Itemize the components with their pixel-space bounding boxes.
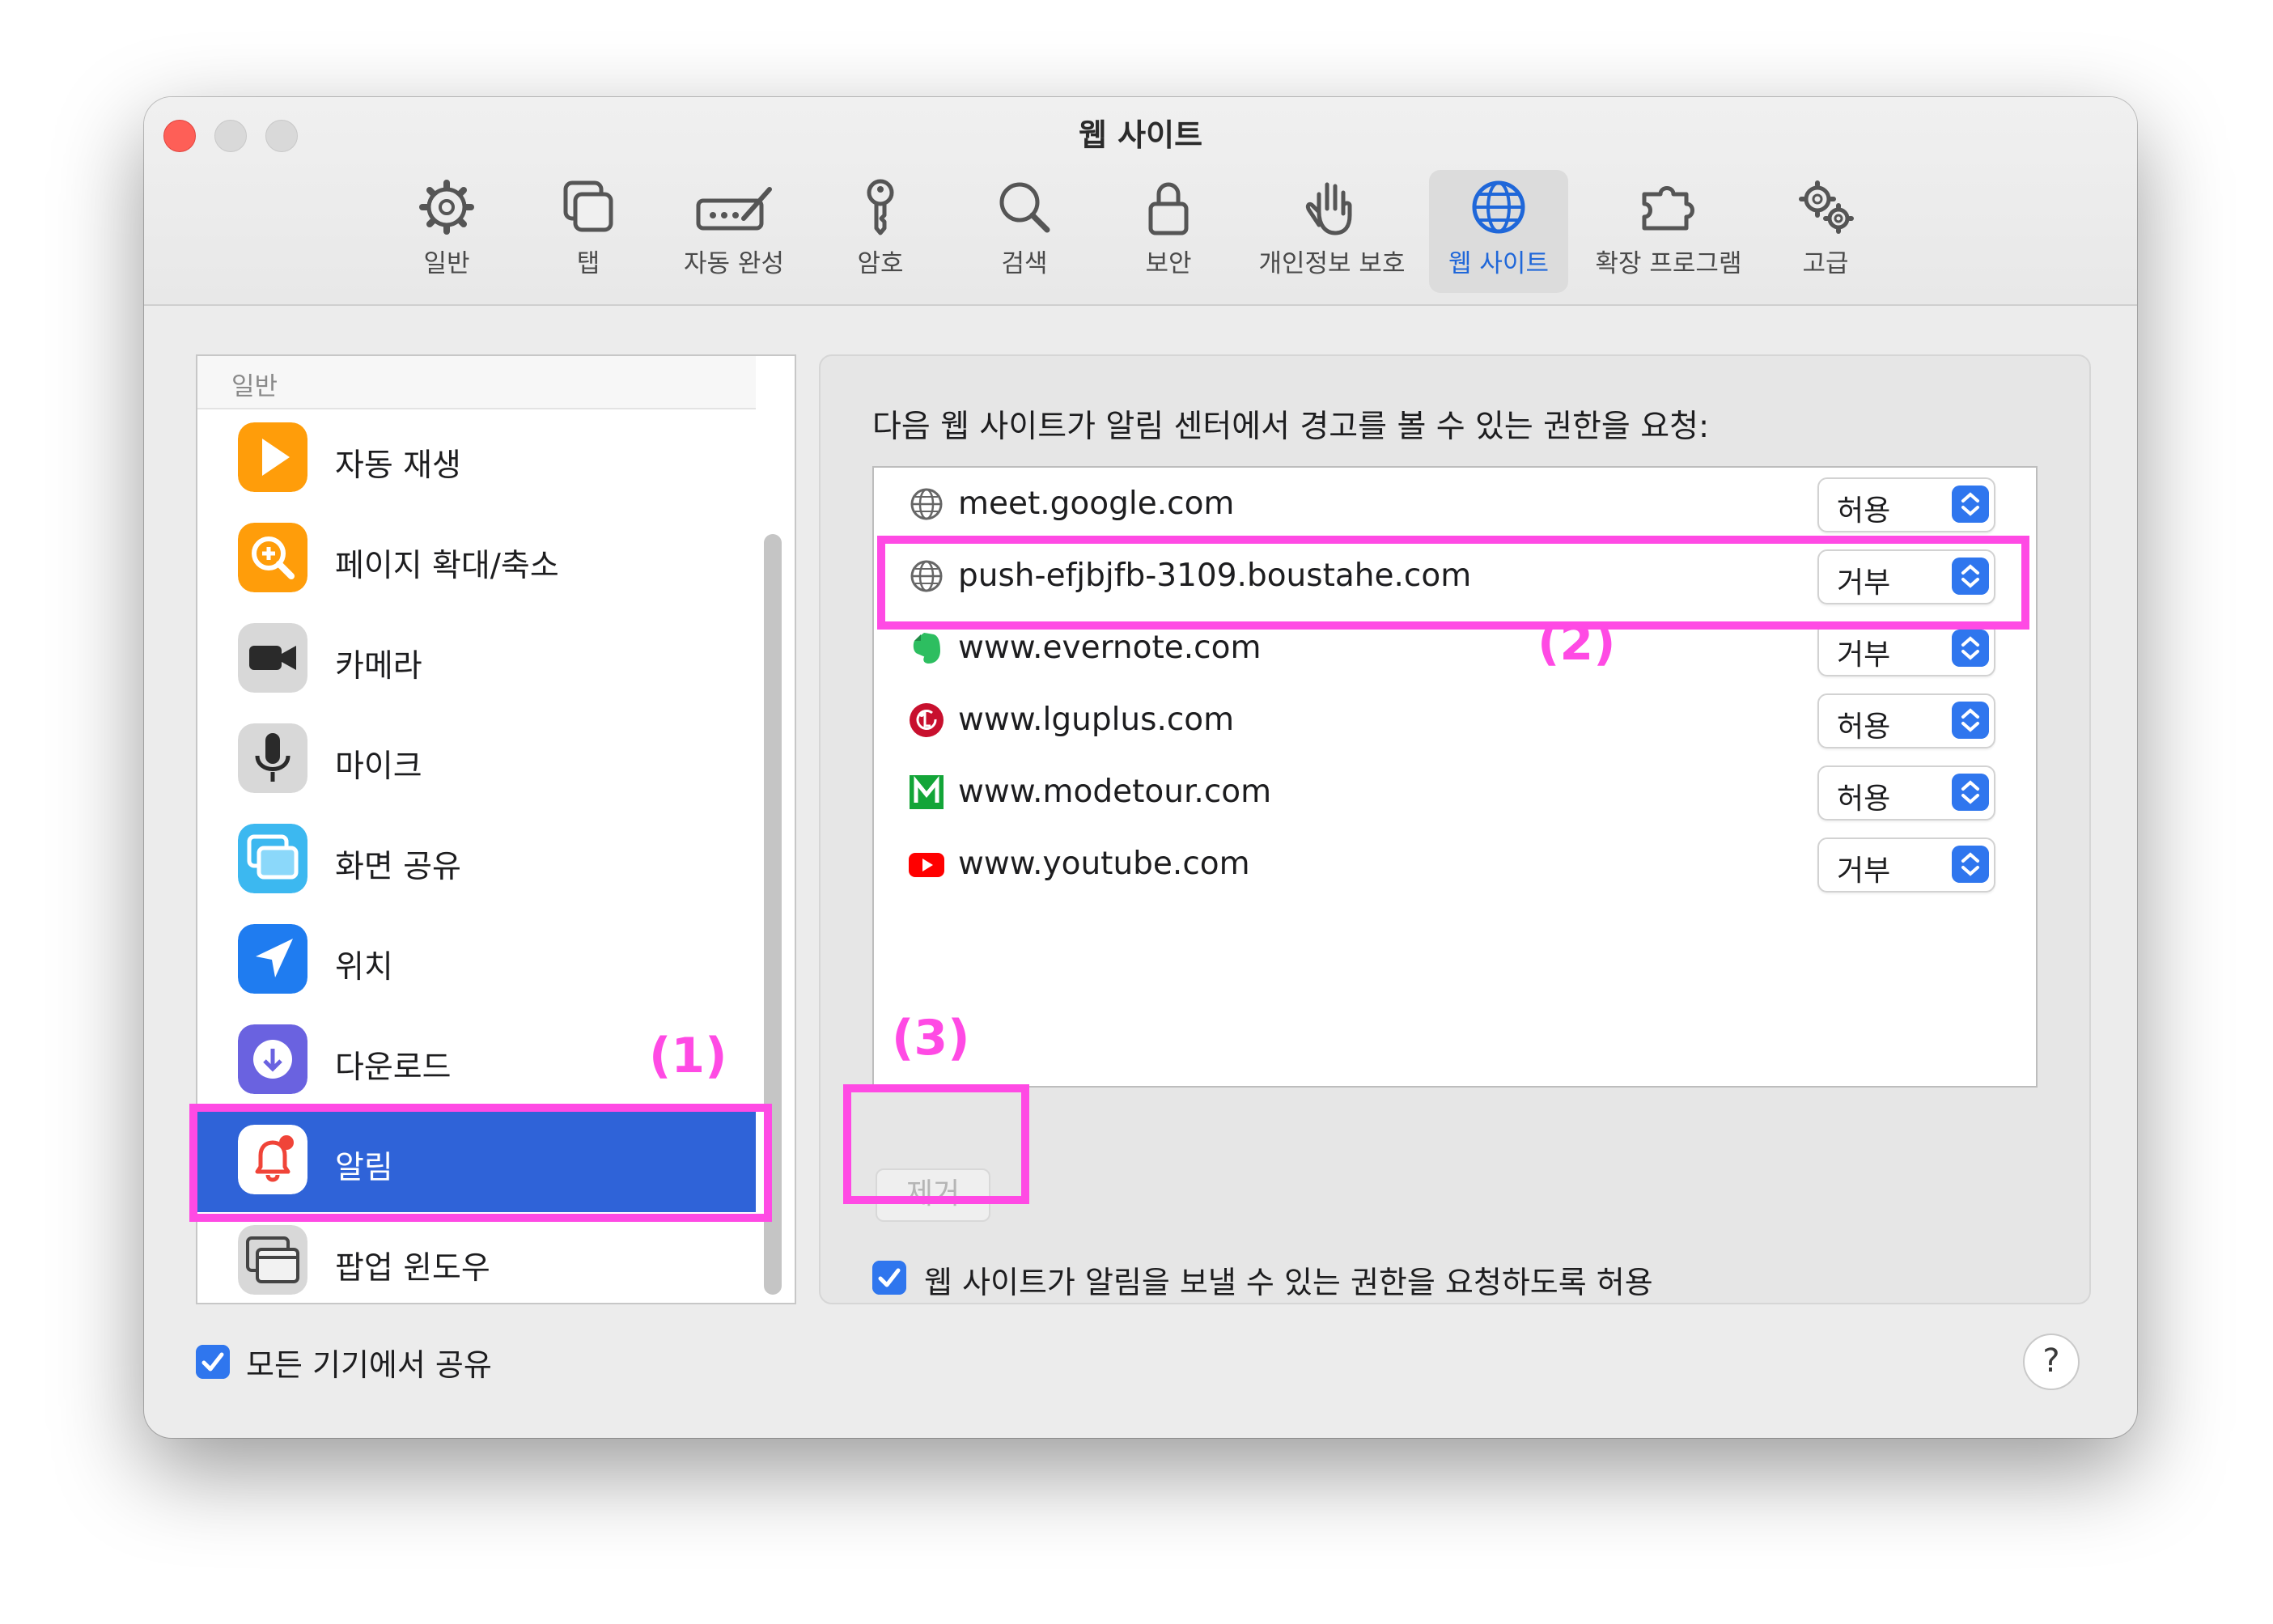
annotation-label-2: (2): [1537, 615, 1616, 672]
toolbar-label: 웹 사이트: [1448, 249, 1549, 278]
toolbar-tabs[interactable]: 탭: [549, 170, 628, 293]
sidebar-item-label: 팝업 윈도우: [335, 1250, 490, 1287]
popup-window-icon: [238, 1225, 307, 1295]
permission-select[interactable]: 허용: [1817, 477, 1995, 532]
window-title: 웹 사이트: [1078, 117, 1203, 153]
website-name: www.evernote.com: [958, 630, 1262, 666]
zoom-icon: [238, 523, 307, 592]
toolbar-extensions[interactable]: 확장 프로그램: [1583, 170, 1754, 293]
toolbar-label: 일반: [423, 249, 470, 278]
chevron-up-down-icon: [1952, 630, 1989, 667]
website-name: www.lguplus.com: [958, 702, 1235, 738]
sidebar-item-label: 다운로드: [335, 1049, 452, 1086]
help-button[interactable]: ?: [2023, 1334, 2080, 1390]
youtube-icon: [909, 853, 944, 877]
camera-icon: [238, 623, 307, 693]
permission-value: 허용: [1837, 494, 1891, 528]
website-name: meet.google.com: [958, 486, 1235, 522]
share-across-devices-label: 모든 기기에서 공유: [246, 1347, 492, 1383]
panel-title: 다음 웹 사이트가 알림 센터에서 경고를 볼 수 있는 권한을 요청:: [872, 409, 1710, 445]
toolbar-privacy[interactable]: 개인정보 보호: [1245, 170, 1419, 293]
annotation-highlight-site-row: [877, 536, 2029, 630]
website-row[interactable]: www.lguplus.com 허용: [874, 684, 2036, 755]
microphone-icon: [238, 723, 307, 793]
play-icon: [238, 422, 307, 492]
sidebar-section-label: 일반: [231, 372, 278, 401]
globe-icon: [910, 488, 943, 520]
allow-requests-checkbox[interactable]: [872, 1261, 906, 1295]
evernote-icon: [913, 633, 940, 664]
sidebar-section-header: 일반: [197, 356, 756, 409]
toolbar-passwords[interactable]: 암호: [842, 170, 919, 293]
puzzle-icon: [1642, 186, 1694, 231]
website-name: www.modetour.com: [958, 774, 1272, 810]
globe-icon: [1472, 180, 1525, 234]
annotation-label-1: (1): [649, 1028, 727, 1084]
toolbar-label: 자동 완성: [684, 249, 784, 278]
chevron-up-down-icon: [1952, 774, 1989, 811]
key-icon: [867, 179, 894, 235]
toolbar-label: 개인정보 보호: [1258, 249, 1406, 278]
permission-value: 거부: [1837, 854, 1891, 888]
sidebar-item-label: 자동 재생: [335, 447, 461, 484]
toolbar-websites[interactable]: 웹 사이트: [1429, 170, 1568, 293]
sidebar-item-page-zoom[interactable]: 페이지 확대/축소: [197, 510, 756, 610]
lg-icon: [910, 703, 944, 737]
sidebar-item-label: 마이크: [335, 748, 422, 785]
allow-requests-label: 웹 사이트가 알림을 보낼 수 있는 권한을 요청하도록 허용: [924, 1265, 1653, 1300]
sidebar-item-label: 위치: [335, 949, 393, 986]
sidebar-item-screen-sharing[interactable]: 화면 공유: [197, 811, 756, 911]
website-row[interactable]: www.modetour.com 허용: [874, 756, 2036, 827]
website-name: www.youtube.com: [958, 846, 1250, 882]
location-arrow-icon: [238, 924, 307, 994]
magnifier-icon: [999, 182, 1050, 233]
gears-icon: [1799, 180, 1854, 234]
chevron-up-down-icon: [1952, 486, 1989, 523]
share-across-devices-checkbox[interactable]: [196, 1345, 230, 1379]
permission-value: 허용: [1837, 710, 1891, 744]
toolbar-label: 탭: [576, 249, 600, 278]
sidebar-item-label: 페이지 확대/축소: [335, 548, 559, 584]
sidebar-item-label: 카메라: [335, 648, 422, 685]
annotation-label-3: (3): [892, 1010, 970, 1066]
toolbar-search[interactable]: 검색: [986, 170, 1063, 293]
toolbar-security[interactable]: 보안: [1130, 170, 1207, 293]
sidebar-item-location[interactable]: 위치: [197, 911, 756, 1011]
permission-value: 거부: [1837, 638, 1891, 672]
modetour-icon: [910, 775, 944, 809]
permission-select[interactable]: 거부: [1817, 837, 1995, 893]
chevron-up-down-icon: [1952, 702, 1989, 739]
sidebar-item-microphone[interactable]: 마이크: [197, 710, 756, 811]
toolbar-autofill[interactable]: 자동 완성: [662, 170, 806, 293]
toolbar-label: 암호: [857, 249, 904, 278]
permission-select[interactable]: 거부: [1817, 621, 1995, 676]
toolbar-label: 고급: [1802, 249, 1849, 278]
annotation-highlight-remove: [843, 1084, 1029, 1204]
toolbar-advanced[interactable]: 고급: [1785, 170, 1866, 293]
title-bar: 웹 사이트 일반 탭 자동 완성 암호 검색 보안 개인정보 보호 웹 사이트 …: [144, 97, 2137, 306]
permission-select[interactable]: 허용: [1817, 765, 1995, 820]
download-icon: [238, 1024, 307, 1094]
permission-value: 허용: [1837, 782, 1891, 816]
permission-select[interactable]: 허용: [1817, 693, 1995, 748]
gear-icon: [419, 180, 474, 235]
chevron-up-down-icon: [1952, 846, 1989, 883]
sidebar-item-popup-windows[interactable]: 팝업 윈도우: [197, 1212, 756, 1312]
website-row[interactable]: www.youtube.com 거부: [874, 828, 2036, 899]
toolbar-label: 보안: [1145, 249, 1192, 278]
toolbar-general[interactable]: 일반: [401, 170, 492, 293]
preferences-window: 웹 사이트 일반 탭 자동 완성 암호 검색 보안 개인정보 보호 웹 사이트 …: [144, 97, 2137, 1438]
toolbar-label: 검색: [1001, 249, 1048, 278]
pencil-form-icon: [696, 187, 772, 231]
website-row[interactable]: meet.google.com 허용: [874, 468, 2036, 539]
sidebar-item-camera[interactable]: 카메라: [197, 610, 756, 710]
screen-share-icon: [238, 824, 307, 893]
hand-icon: [1305, 182, 1352, 235]
sidebar-item-label: 화면 공유: [335, 849, 461, 885]
sidebar-item-autoplay[interactable]: 자동 재생: [197, 409, 756, 510]
annotation-highlight-notifications: [189, 1104, 772, 1222]
tabs-icon: [563, 180, 613, 232]
lock-icon: [1148, 182, 1189, 235]
toolbar-label: 확장 프로그램: [1595, 249, 1742, 278]
